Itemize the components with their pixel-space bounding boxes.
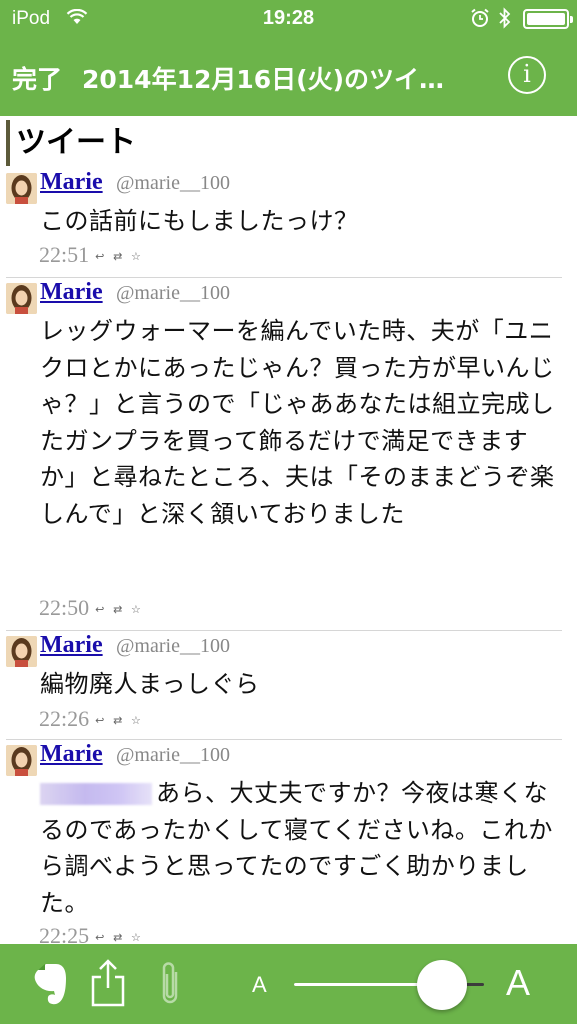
bottom-toolbar: A A [0,944,577,1024]
tweet-list[interactable]: ツイート Marie @marie__100 この話前にもしましたっけ？ 22:… [0,116,577,944]
status-bar: iPod 19:28 [0,0,577,40]
page-title: 2014年12月16日(火)のツイ… [82,65,445,94]
tweet-meta: 22:26 ↩ ⇄ ☆ [39,706,144,732]
avatar[interactable] [6,283,37,314]
avatar[interactable] [6,745,37,776]
tweet-meta: 22:25 ↩ ⇄ ☆ [39,923,144,944]
tweet-time[interactable]: 22:25 [39,923,89,944]
font-larger-label: A [506,962,531,1003]
info-icon: i [523,60,531,88]
tweet-text: レッグウォーマーを編んでいた時、夫が「ユニクロとかにあったじゃん？買った方が早い… [40,317,555,528]
slider-knob[interactable] [417,960,468,1010]
tweet-text: あら、大丈夫ですか？今夜は寒くなるのであったかくして寝てくださいね。これから調べ… [40,775,556,921]
font-smaller-label: A [252,972,267,997]
user-handle: @marie__100 [116,744,230,766]
tweet-actions-icon[interactable]: ↩ ⇄ ☆ [95,250,144,263]
info-button[interactable]: i [508,56,546,94]
clock: 19:28 [262,7,315,29]
tweet-actions-icon[interactable]: ↩ ⇄ ☆ [95,714,144,727]
user-handle: @marie__100 [116,172,230,194]
redacted-mention [40,783,152,805]
tweet-text: 編物廃人まっしぐら [40,670,260,698]
user-name-link[interactable]: Marie [40,632,103,659]
bluetooth-icon [499,7,511,29]
tweet-actions-icon[interactable]: ↩ ⇄ ☆ [95,931,144,944]
user-name-link[interactable]: Marie [40,741,103,768]
avatar[interactable] [6,173,37,204]
user-handle: @marie__100 [116,282,230,304]
tweet-meta: 22:50 ↩ ⇄ ☆ [39,595,144,621]
section-heading: ツイート [6,120,136,166]
user-name-link[interactable]: Marie [40,279,103,306]
paperclip-icon[interactable] [156,960,184,1008]
evernote-icon[interactable] [30,962,70,1006]
user-handle: @marie__100 [116,635,230,657]
avatar[interactable] [6,636,37,667]
tweet-actions-icon[interactable]: ↩ ⇄ ☆ [95,603,144,616]
nav-bar: 完了 2014年12月16日(火)のツイ… i [0,40,577,116]
tweet-text: この話前にもしましたっけ？ [40,207,359,235]
battery-icon [523,9,573,29]
divider [6,739,562,740]
tweet-time[interactable]: 22:50 [39,595,89,620]
alarm-icon [471,8,489,27]
share-icon[interactable] [90,958,126,1008]
divider [6,630,562,631]
user-name-link[interactable]: Marie [40,169,103,196]
tweet-meta: 22:51 ↩ ⇄ ☆ [39,242,144,268]
tweet-time[interactable]: 22:26 [39,706,89,731]
divider [6,277,562,278]
done-button[interactable]: 完了 [12,60,62,96]
tweet-time[interactable]: 22:51 [39,242,89,267]
